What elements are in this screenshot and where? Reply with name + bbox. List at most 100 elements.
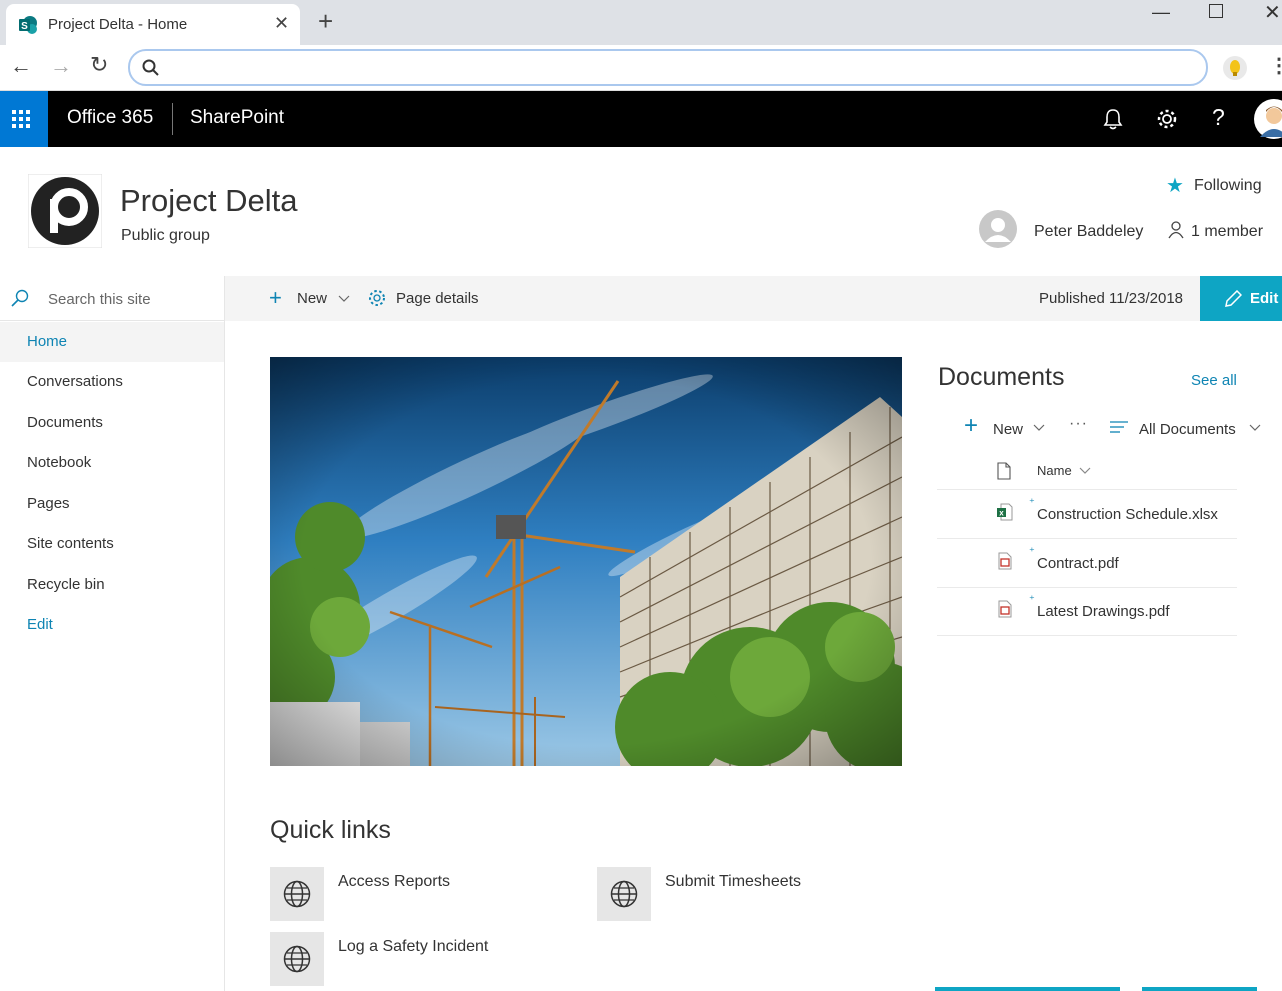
address-bar[interactable] [128,49,1208,86]
list-view-icon [1110,421,1128,433]
gear-icon [369,290,385,306]
svg-text:S: S [21,21,28,32]
document-name[interactable]: Latest Drawings.pdf [1037,603,1170,620]
bell-icon[interactable] [1103,108,1123,130]
star-icon: ★ [1166,175,1184,197]
edit-label: Edit [1250,290,1279,307]
globe-icon [270,932,324,986]
nav-item-pages[interactable]: Pages [0,484,224,524]
nav-item-recycle-bin[interactable]: Recycle bin [0,565,224,605]
site-search-box[interactable]: Search this site [0,276,224,321]
nav-label: Documents [27,414,103,431]
waffle-icon [12,110,30,128]
suite-divider [172,103,173,135]
avatar[interactable] [1254,99,1282,139]
nav-item-documents[interactable]: Documents [0,403,224,443]
quick-link-access-reports[interactable]: Access Reports [270,867,570,921]
excel-file-icon: x [997,503,1013,521]
suite-bar: Office 365 SharePoint ? [0,91,1282,147]
svg-text:x: x [999,509,1004,518]
nav-item-conversations[interactable]: Conversations [0,362,224,402]
site-subtitle: Public group [121,227,210,244]
edit-page-button[interactable]: Edit [1200,276,1282,321]
app-launcher-button[interactable] [0,91,48,147]
hero-image[interactable] [270,357,902,766]
nav-label: Recycle bin [27,576,105,593]
browser-tab-strip: S Project Delta - Home ✕ + — ✕ [0,0,1282,45]
chevron-down-icon [1033,424,1045,431]
following-button[interactable]: Following [1194,177,1262,195]
nav-item-notebook[interactable]: Notebook [0,443,224,483]
nav-label: Conversations [27,373,123,390]
document-row[interactable]: ⁺ Contract.pdf [937,539,1237,588]
chevron-down-icon [1249,424,1261,431]
owner-avatar[interactable] [979,210,1017,248]
forward-icon[interactable]: → [50,53,72,79]
documents-new-label: New [993,421,1024,438]
globe-icon [283,945,311,973]
quick-link-log-safety-incident[interactable]: Log a Safety Incident [270,932,570,986]
chevron-down-icon [338,295,350,302]
nav-item-site-contents[interactable]: Site contents [0,524,224,564]
documents-new-button[interactable]: + New [964,412,1054,442]
quick-links-title: Quick links [270,816,391,844]
close-window-icon[interactable]: ✕ [1264,0,1281,25]
nav-label: Notebook [27,454,92,471]
construction-site-image [270,357,902,766]
nav-item-home[interactable]: Home [0,322,224,362]
reload-icon[interactable]: ↻ [90,52,108,78]
documents-title[interactable]: Documents [938,363,1064,392]
search-placeholder: Search this site [48,291,151,308]
nav-edit-link[interactable]: Edit [0,605,224,645]
name-column-header[interactable]: Name [1037,463,1072,478]
close-tab-icon[interactable]: ✕ [274,13,289,34]
quick-link-submit-timesheets[interactable]: Submit Timesheets [597,867,897,921]
page-details-button[interactable]: Page details [368,276,488,321]
pdf-file-icon [998,600,1012,618]
person-icon [1168,221,1184,239]
members-button[interactable]: 1 member [1191,223,1263,241]
new-item-icon: ⁺ [1029,594,1035,606]
site-header: Project Delta Public group ★ Following P… [0,147,1282,275]
plus-icon: + [269,285,282,310]
site-title[interactable]: Project Delta [120,183,297,219]
command-bar: + New Page details Published 11/23/2018 … [225,276,1282,321]
document-row[interactable]: ⁺ Latest Drawings.pdf [937,587,1237,636]
minimize-icon[interactable]: — [1152,2,1170,23]
view-name: All Documents [1139,421,1236,438]
quick-link-label: Log a Safety Incident [338,938,489,955]
chevron-down-icon[interactable] [1079,467,1091,475]
published-date: Published 11/23/2018 [1039,290,1184,307]
browser-menu-icon[interactable]: ⋮ [1269,53,1282,78]
pdf-file-icon [998,552,1012,570]
see-all-link[interactable]: See all [1191,372,1237,389]
search-icon [11,289,29,307]
browser-tab[interactable]: S Project Delta - Home ✕ [6,4,300,45]
extension-icon[interactable] [1222,55,1248,81]
document-row[interactable]: x ⁺ Construction Schedule.xlsx [937,490,1237,539]
owner-name[interactable]: Peter Baddeley [1034,223,1143,241]
documents-header-row: Name [937,452,1237,490]
webpart-accent-bar [935,987,1120,991]
new-menu-button[interactable]: + New [269,276,359,321]
webpart-accent-bar [1142,987,1257,991]
page-details-label: Page details [396,290,479,307]
new-label: New [297,290,328,307]
tab-title: Project Delta - Home [48,16,188,33]
back-icon[interactable]: ← [10,53,32,79]
sharepoint-link[interactable]: SharePoint [190,107,284,129]
new-item-icon: ⁺ [1029,497,1035,509]
document-name[interactable]: Construction Schedule.xlsx [1037,506,1218,523]
document-name[interactable]: Contract.pdf [1037,555,1119,572]
office-365-link[interactable]: Office 365 [67,107,153,129]
maximize-icon[interactable] [1209,4,1223,18]
nav-label: Edit [27,616,53,633]
nav-label: Home [27,333,68,350]
help-icon[interactable]: ? [1212,104,1225,131]
new-tab-button[interactable]: + [318,6,333,37]
site-logo[interactable] [28,174,102,248]
gear-icon[interactable] [1156,108,1178,130]
view-switcher[interactable]: All Documents [1110,416,1270,442]
file-type-icon [997,462,1011,480]
more-options-icon[interactable]: ··· [1069,415,1088,433]
